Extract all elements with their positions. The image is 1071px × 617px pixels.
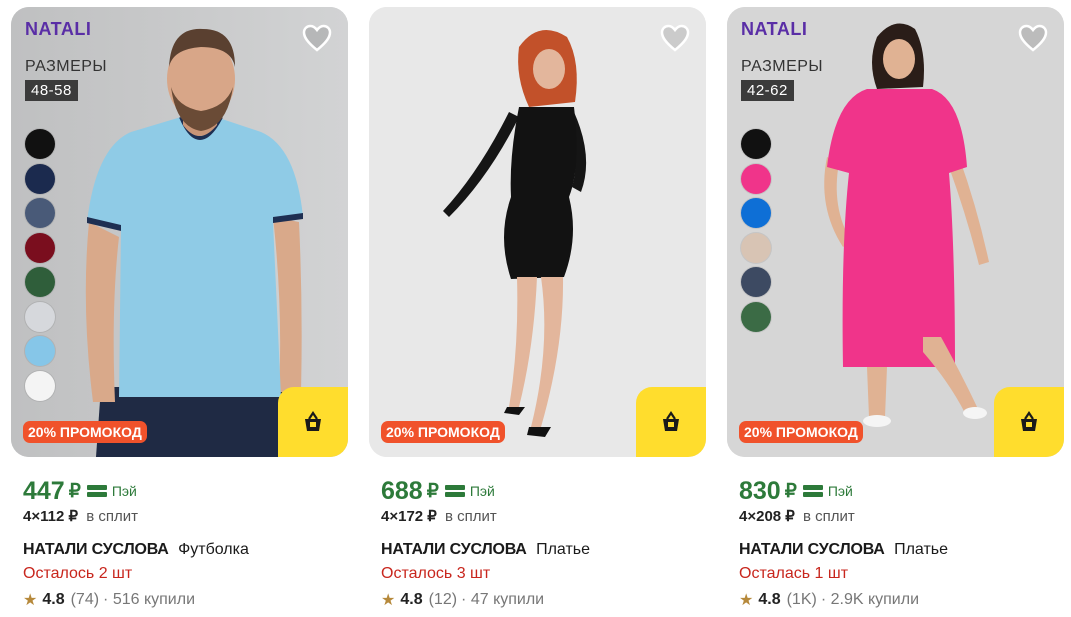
rating-row: ★ 4.8 (74) · 516 купили bbox=[23, 589, 343, 611]
product-info: 688 ₽ Пэй 4×172 ₽ в сплит НАТАЛИ СУСЛОВА… bbox=[381, 477, 701, 611]
promo-badge: 20% ПРОМОКОД bbox=[23, 421, 147, 443]
seller-name: НАТАЛИ СУСЛОВА bbox=[23, 541, 169, 558]
pay-label: Пэй bbox=[111, 483, 137, 499]
split-text: в сплит bbox=[445, 508, 497, 525]
bought-count: · 2.9K купили bbox=[820, 591, 920, 608]
basket-icon bbox=[305, 411, 321, 431]
split-text: в сплит bbox=[803, 508, 855, 525]
heart-icon[interactable] bbox=[1017, 23, 1049, 53]
split-amount: 4×172 ₽ bbox=[381, 508, 437, 525]
color-swatch-lightgray[interactable] bbox=[25, 301, 55, 332]
split-row: 4×112 ₽ в сплит bbox=[23, 507, 343, 527]
product-info: 447 ₽ Пэй 4×112 ₽ в сплит НАТАЛИ СУСЛОВА… bbox=[23, 477, 343, 611]
seller-name: НАТАЛИ СУСЛОВА bbox=[381, 541, 527, 558]
color-swatch-black[interactable] bbox=[25, 129, 55, 159]
product-title[interactable]: НАТАЛИ СУСЛОВА Платье bbox=[381, 541, 701, 561]
color-swatch-black[interactable] bbox=[741, 129, 771, 159]
product-photo[interactable]: 20% ПРОМОКОД bbox=[369, 7, 706, 457]
price: 688 bbox=[381, 476, 423, 505]
rating-row: ★ 4.8 (12) · 47 купили bbox=[381, 589, 701, 611]
product-name: Платье bbox=[894, 541, 949, 558]
split-amount: 4×208 ₽ bbox=[739, 508, 795, 525]
color-swatch-blue[interactable] bbox=[741, 198, 771, 228]
currency: ₽ bbox=[68, 480, 81, 502]
price-row: 447 ₽ Пэй bbox=[23, 477, 343, 505]
color-swatch-pink[interactable] bbox=[741, 163, 771, 194]
product-name: Футболка bbox=[178, 541, 249, 558]
product-title[interactable]: НАТАЛИ СУСЛОВА Платье bbox=[739, 541, 1059, 561]
product-card[interactable]: NATALI РАЗМЕРЫ 42-62 20% ПРОМОКОД 830 ₽ bbox=[727, 7, 1064, 612]
card-icon bbox=[86, 485, 107, 497]
color-swatch-slate[interactable] bbox=[25, 198, 55, 228]
add-to-cart-button[interactable] bbox=[636, 387, 706, 457]
product-title[interactable]: НАТАЛИ СУСЛОВА Футболка bbox=[23, 541, 343, 561]
brand-logo: NATALI bbox=[25, 19, 92, 39]
brand-logo: NATALI bbox=[741, 19, 808, 39]
color-swatches bbox=[25, 129, 55, 405]
product-name: Платье bbox=[536, 541, 591, 558]
bought-count: · 47 купили bbox=[461, 591, 545, 608]
sizes-label: РАЗМЕРЫ bbox=[741, 58, 824, 75]
color-swatch-lightblue[interactable] bbox=[25, 336, 55, 366]
color-swatches bbox=[741, 129, 771, 336]
basket-icon bbox=[663, 411, 679, 431]
add-to-cart-button[interactable] bbox=[278, 387, 348, 457]
split-amount: 4×112 ₽ bbox=[23, 508, 79, 525]
basket-icon bbox=[1021, 411, 1037, 431]
product-photo[interactable]: NATALI РАЗМЕРЫ 42-62 20% ПРОМОКОД bbox=[727, 7, 1064, 457]
card-icon bbox=[444, 485, 465, 497]
color-swatch-green[interactable] bbox=[25, 267, 55, 297]
color-swatch-slate[interactable] bbox=[741, 267, 771, 297]
promo-badge: 20% ПРОМОКОД bbox=[381, 421, 505, 443]
currency: ₽ bbox=[784, 480, 797, 502]
price: 447 bbox=[23, 476, 65, 505]
review-count[interactable]: (12) bbox=[429, 591, 457, 609]
color-swatch-navy[interactable] bbox=[25, 163, 55, 194]
price-row: 830 ₽ Пэй bbox=[739, 477, 1059, 505]
color-swatch-burgundy[interactable] bbox=[25, 232, 55, 263]
product-card[interactable]: NATALI РАЗМЕРЫ 48-58 20% ПРОМОКОД 447 ₽ … bbox=[11, 7, 348, 612]
pay-label: Пэй bbox=[827, 483, 853, 499]
rating-value: 4.8 bbox=[42, 591, 65, 608]
add-to-cart-button[interactable] bbox=[994, 387, 1064, 457]
color-swatch-green[interactable] bbox=[741, 301, 771, 332]
seller-name: НАТАЛИ СУСЛОВА bbox=[739, 541, 885, 558]
price: 830 bbox=[739, 476, 781, 505]
heart-icon[interactable] bbox=[659, 23, 691, 53]
price-row: 688 ₽ Пэй bbox=[381, 477, 701, 505]
color-swatch-beige[interactable] bbox=[741, 232, 771, 263]
heart-icon[interactable] bbox=[301, 23, 333, 53]
stock-status: Осталось 3 шт bbox=[381, 565, 491, 582]
bought-count: · 516 купили bbox=[103, 591, 196, 608]
product-photo[interactable]: NATALI РАЗМЕРЫ 48-58 20% ПРОМОКОД bbox=[11, 7, 348, 457]
sizes-range: 48-58 bbox=[25, 80, 78, 101]
split-row: 4×172 ₽ в сплит bbox=[381, 507, 701, 527]
currency: ₽ bbox=[426, 480, 439, 502]
star-icon: ★ bbox=[23, 592, 38, 609]
rating-value: 4.8 bbox=[758, 591, 781, 608]
review-count[interactable]: (74) bbox=[71, 591, 99, 609]
color-swatch-white[interactable] bbox=[25, 370, 55, 401]
pay-label: Пэй bbox=[469, 483, 495, 499]
rating-value: 4.8 bbox=[400, 591, 423, 608]
stock-status: Осталось 2 шт bbox=[23, 565, 133, 582]
split-text: в сплит bbox=[86, 508, 138, 525]
promo-badge: 20% ПРОМОКОД bbox=[739, 421, 863, 443]
sizes-label: РАЗМЕРЫ bbox=[25, 58, 108, 75]
star-icon: ★ bbox=[381, 592, 396, 609]
product-info: 830 ₽ Пэй 4×208 ₽ в сплит НАТАЛИ СУСЛОВА… bbox=[739, 477, 1059, 611]
stock-status: Осталась 1 шт bbox=[739, 565, 849, 582]
review-count[interactable]: (1K) bbox=[787, 591, 817, 609]
split-row: 4×208 ₽ в сплит bbox=[739, 507, 1059, 527]
rating-row: ★ 4.8 (1K) · 2.9K купили bbox=[739, 589, 1059, 611]
star-icon: ★ bbox=[739, 592, 754, 609]
card-icon bbox=[802, 485, 823, 497]
sizes-range: 42-62 bbox=[741, 80, 794, 101]
product-card[interactable]: 20% ПРОМОКОД 688 ₽ Пэй 4×172 ₽ в сплит Н… bbox=[369, 7, 706, 612]
